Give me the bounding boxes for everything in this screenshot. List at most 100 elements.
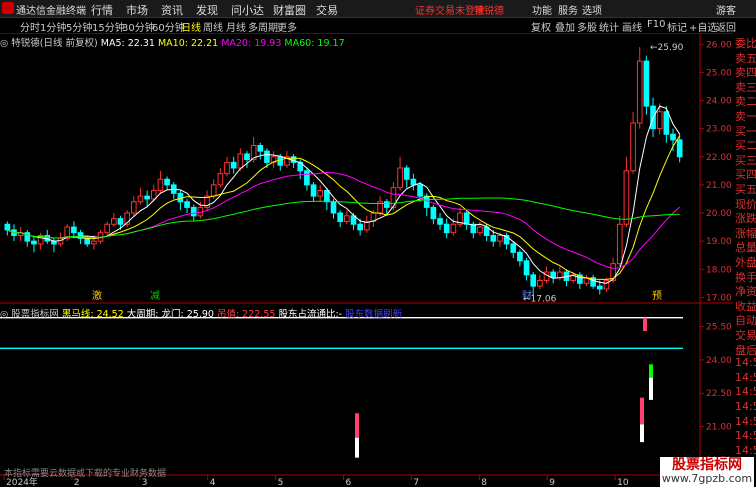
candle-body [530,274,537,287]
period-tab[interactable]: 更多 [277,19,297,34]
toolbar-button[interactable]: 统计 [599,19,619,34]
right-menu-item[interactable]: 服务 [558,2,578,17]
menu-item[interactable]: 问小达 [231,2,264,18]
indicator-legend-item: 吊值: 222.55 [216,309,279,320]
candle-body [71,226,77,234]
quote-label: 卖三 [735,80,756,94]
candle-body [337,212,344,222]
sub-tick-label: 25.50 [706,323,732,333]
period-tab[interactable]: 30分钟 [122,19,155,34]
candle-body [184,201,190,208]
candle-body [217,173,224,186]
period-tab[interactable]: 5分钟 [66,19,92,34]
ma-legend-item: MA5: 22.31 [100,38,158,49]
candle-body [317,190,324,197]
indicator-legend-item: 龙门: 25.90 [161,309,217,320]
menu-item[interactable]: 财富圈 [273,2,306,18]
candle-body [310,184,317,197]
period-tab[interactable]: 周线 [203,19,223,34]
toolbar-button[interactable]: +自选 [689,19,717,34]
toolbar-button[interactable]: F10 [647,19,665,30]
candle-body [537,280,543,287]
candle-body [257,145,264,152]
right-menu-item[interactable]: 功能 [532,2,552,17]
quote-label: 14:5 [735,414,756,428]
candle-body [477,226,483,234]
candle-body [4,223,11,231]
app-logo-icon [2,2,14,14]
quote-label: 买一 [735,124,756,138]
quote-panel: 委比 卖五 卖四 卖三 卖二 卖一 买一 买二 买三 买四 买五 现价 涨跌 涨幅 总量 外盘 换手 净资 收益 自动… [733,33,756,487]
quote-label: 换手 [735,270,756,284]
quote-label: 现价 [735,197,756,211]
period-tab[interactable]: 分时 [20,19,40,34]
period-tab[interactable]: 多周期 [248,19,278,34]
indicator-legend-item: 黑马线: 24.52 [61,309,127,320]
candle-body [437,218,443,225]
period-tab[interactable]: 1分钟 [40,19,66,34]
quote-label: 14:5 [735,356,756,370]
candle-body [357,223,363,231]
toolbar-button[interactable]: 复权 [531,19,551,34]
candle-body [410,178,417,186]
quote-label: 14:5 [735,429,756,443]
time-tick-label: 4 [210,478,216,487]
candle-body [557,271,563,279]
sub-tick-label: 22.50 [706,389,732,399]
candle-body [91,240,97,245]
price-tick-label: 24.00 [706,97,732,107]
trade-link[interactable]: 特锐德 [474,2,504,17]
period-toolbar: 分时 1分钟 5分钟 15分钟 30分钟 60分钟 日线 周线 月线 多周期 更多 复权 叠加 多股 统计… [0,18,756,34]
toolbar-button[interactable]: 多股 [577,19,597,34]
period-tab[interactable]: 日线 [181,19,201,34]
indicator-legend-item: 大周期: [126,309,162,320]
candle-body [224,161,230,175]
right-menu-item[interactable]: 游客 [716,2,736,17]
candle-body [403,167,410,180]
candle-body [497,235,503,242]
menu-item[interactable]: 交易 [316,2,338,18]
menu-item[interactable]: 市场 [126,2,148,18]
indicator-legend-item: 股东占流通比:- [278,309,346,320]
time-tick-label: 5 [278,478,284,487]
candle-body [670,133,676,141]
signal-bar [640,424,644,443]
indicator-legend: ◎ 股票指标网 黑马线: 24.52 大周期: 龙门: 25.90 吊值: 22… [0,306,402,320]
menu-item[interactable]: 发现 [196,2,218,18]
ma-legend: ◎ 特锐德(日线 前复权) MA5: 22.31 MA10: 22.21 MA2… [0,35,345,49]
period-tab[interactable]: 60分钟 [152,19,185,34]
candle-body [663,111,670,135]
indicator-legend-item[interactable]: 股东数据刷新 [345,309,402,320]
event-marker: 激 [92,289,102,302]
signal-bar [355,413,359,438]
menu-item[interactable]: 资讯 [161,2,183,18]
quote-label: 涨跌 [735,212,756,226]
toolbar-button[interactable]: 标记 [667,19,687,34]
candle-body [150,190,157,200]
candle-body [210,184,217,197]
price-tick-label: 19.00 [706,237,732,247]
period-tab[interactable]: 15分钟 [92,19,125,34]
ma-legend-item: MA60: 19.17 [284,38,345,49]
quote-label: 卖四 [735,66,756,80]
candle-body [656,111,663,130]
quote-label: 卖五 [735,51,756,65]
period-tab[interactable]: 月线 [226,19,246,34]
candle-body [430,206,437,220]
indicator-legend-item: ◎ 股票指标网 [0,309,62,320]
kline-chart[interactable]: 26.00 25.00 24.00 23.00 22.00 21.00 20.00 19.00… [0,33,733,487]
candle-body [463,212,470,225]
menu-bar: 通达信金融终端 行情 市场 资讯 发现 问小达 财富圈 交易 证券交易未登录 特锐德 功能服… [0,0,756,18]
menu-item[interactable]: 行情 [91,2,113,18]
time-tick-label: 10 [617,478,629,487]
candle-body [636,60,643,124]
toolbar-button[interactable]: 返回 [716,19,736,34]
candle-body [550,271,557,279]
toolbar-button[interactable]: 叠加 [555,19,575,34]
right-menu-item[interactable]: 选项 [582,2,602,17]
high-price-label: ←25.90 [650,43,684,53]
candle-body [417,184,423,197]
quote-label: 卖一 [735,110,756,123]
candle-body [244,153,250,161]
toolbar-button[interactable]: 画线 [622,19,642,34]
